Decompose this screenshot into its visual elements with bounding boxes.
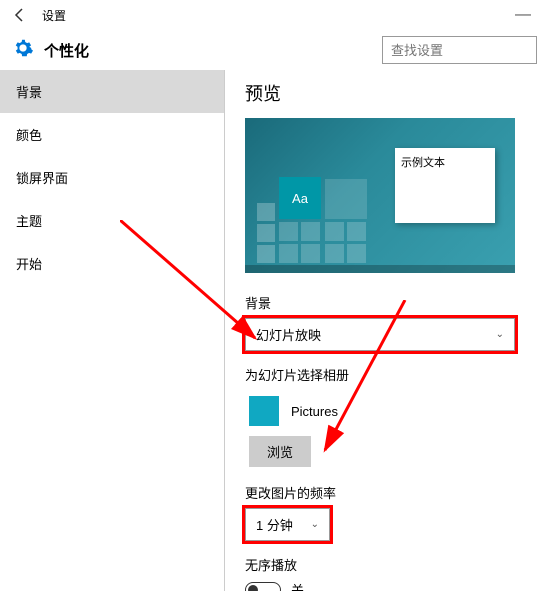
background-dropdown[interactable]: 幻灯片放映 ⌄	[245, 318, 515, 351]
page-title: 个性化	[44, 40, 89, 61]
sidebar-item-background[interactable]: 背景	[0, 70, 224, 113]
album-label: 为幻灯片选择相册	[245, 365, 529, 384]
preview-window-sample: 示例文本	[395, 148, 495, 223]
sidebar-item-colors[interactable]: 颜色	[0, 113, 224, 156]
sidebar-item-themes[interactable]: 主题	[0, 199, 224, 242]
minimize-button[interactable]: —	[515, 6, 531, 24]
frequency-dropdown[interactable]: 1 分钟 ⌄	[245, 508, 330, 541]
gear-icon	[12, 37, 34, 64]
frequency-value: 1 分钟	[256, 515, 293, 534]
album-thumbnail	[249, 396, 279, 426]
shuffle-toggle[interactable]	[245, 582, 281, 591]
back-button[interactable]	[8, 3, 32, 27]
shuffle-label: 无序播放	[245, 555, 529, 574]
sidebar-item-lockscreen[interactable]: 锁屏界面	[0, 156, 224, 199]
preview-heading: 预览	[245, 80, 529, 106]
album-row[interactable]: Pictures	[245, 390, 529, 432]
chevron-down-icon: ⌄	[311, 519, 319, 530]
background-value: 幻灯片放映	[256, 325, 321, 344]
search-input[interactable]	[382, 36, 537, 64]
preview-accent-tile: Aa	[279, 177, 321, 219]
album-name: Pictures	[291, 404, 338, 419]
frequency-label: 更改图片的频率	[245, 483, 529, 502]
window-title: 设置	[42, 7, 66, 24]
browse-button[interactable]: 浏览	[249, 436, 311, 467]
background-label: 背景	[245, 293, 529, 312]
sidebar-item-start[interactable]: 开始	[0, 242, 224, 285]
desktop-preview: Aa 示例文本	[245, 118, 515, 273]
chevron-down-icon: ⌄	[496, 329, 504, 340]
sidebar: 背景 颜色 锁屏界面 主题 开始	[0, 70, 225, 591]
content-panel: 预览 Aa 示例文本	[225, 70, 549, 591]
shuffle-state: 关	[291, 580, 304, 591]
